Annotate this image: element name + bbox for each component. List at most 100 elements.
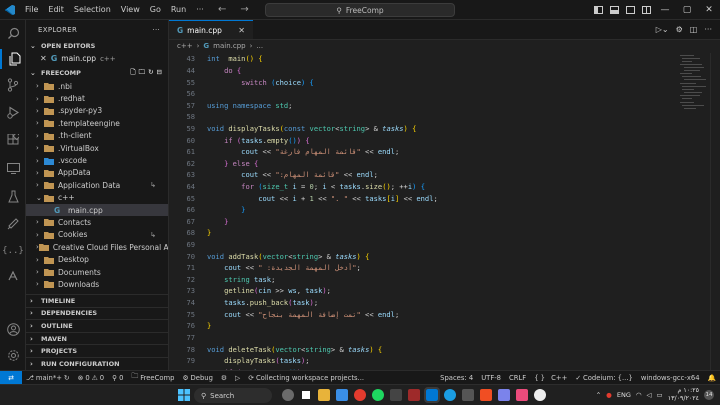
breadcrumb-folder[interactable]: c++ <box>177 42 193 50</box>
run-debug-icon[interactable] <box>3 102 23 122</box>
menu-edit[interactable]: Edit <box>43 0 69 20</box>
tree-item[interactable]: Gmain.cpp <box>26 203 168 217</box>
tree-item[interactable]: ⌄ c++ <box>26 192 168 204</box>
new-file-icon[interactable]: 🗋 <box>130 68 135 79</box>
teams-icon[interactable] <box>498 389 510 401</box>
eol-setting[interactable]: CRLF <box>505 374 530 382</box>
codeium-icon[interactable] <box>3 266 23 286</box>
menu-go[interactable]: Go <box>145 0 166 20</box>
breadcrumb-symbol[interactable]: ... <box>256 42 263 50</box>
debug-config[interactable]: ⚙ Debug <box>178 374 216 382</box>
encoding-setting[interactable]: UTF-8 <box>477 374 505 382</box>
settings-gear-icon[interactable] <box>3 345 23 365</box>
cmake-project[interactable]: 🗀 FreeComp <box>127 372 178 383</box>
media-app-icon[interactable] <box>516 389 528 401</box>
account-icon[interactable] <box>3 319 23 339</box>
menu-selection[interactable]: Selection <box>69 0 116 20</box>
git-branch[interactable]: ⎇ main*+ ↻ <box>22 374 74 382</box>
tree-item[interactable]: › Cookies ↳ <box>26 229 168 241</box>
close-window-icon[interactable]: ✕ <box>698 5 720 15</box>
problems-indicator[interactable]: ⊗ 0 ⚠ 0 <box>74 374 108 382</box>
language-indicator[interactable]: ENG <box>617 391 631 399</box>
tray-app-icon[interactable]: ● <box>606 391 612 399</box>
battery-icon[interactable]: ▭ <box>657 391 663 399</box>
chevron-up-icon[interactable]: ⌃ <box>596 391 601 399</box>
notifications-bell-icon[interactable]: 🔔 <box>704 374 720 382</box>
windows-start-icon[interactable] <box>178 389 190 401</box>
collapse-all-icon[interactable]: ⊟ <box>157 68 162 79</box>
menu-view[interactable]: View <box>116 0 145 20</box>
close-icon[interactable]: ✕ <box>40 54 47 63</box>
tree-item[interactable]: › .vscode <box>26 154 168 166</box>
settings-gear-icon[interactable]: ⚙ <box>676 25 683 34</box>
minimap[interactable] <box>678 53 708 123</box>
tree-item[interactable]: › Application Data ↳ <box>26 179 168 191</box>
command-center-search[interactable]: ⚲ FreeComp <box>265 3 455 17</box>
tree-item[interactable]: › .spyder-py3 <box>26 105 168 117</box>
tree-item[interactable]: › .VirtualBox <box>26 142 168 154</box>
section-maven[interactable]: › MAVEN <box>26 333 168 346</box>
minimize-icon[interactable]: — <box>654 5 676 15</box>
open-editor-item[interactable]: ✕ G main.cpp c++ <box>26 52 168 65</box>
split-editor-icon[interactable]: ◫ <box>690 25 698 34</box>
language-mode[interactable]: { } C++ <box>530 374 571 382</box>
testing-flask-icon[interactable] <box>3 186 23 206</box>
open-editors-header[interactable]: ⌄ OPEN EDITORS <box>26 40 168 52</box>
menu-more-icon[interactable]: ··· <box>191 0 209 20</box>
menu-run[interactable]: Run <box>166 0 191 20</box>
back-arrow-icon[interactable]: ← <box>218 4 226 15</box>
volume-icon[interactable]: ◁ <box>647 391 652 399</box>
section-timeline[interactable]: › TIMELINE <box>26 295 168 308</box>
tree-item[interactable]: › .nbi <box>26 80 168 92</box>
section-run-configuration[interactable]: › RUN CONFIGURATION <box>26 358 168 370</box>
app-icon[interactable] <box>408 389 420 401</box>
chrome-icon[interactable] <box>354 389 366 401</box>
toggle-sidebar-icon[interactable] <box>590 6 606 14</box>
breadcrumb-file[interactable]: main.cpp <box>213 42 245 50</box>
forward-arrow-icon[interactable]: → <box>240 4 248 15</box>
cpp-configuration[interactable]: windows-gcc-x64 <box>637 374 704 382</box>
extensions-icon[interactable] <box>3 130 23 150</box>
toggle-secondary-sidebar-icon[interactable] <box>622 6 638 14</box>
remote-indicator-icon[interactable]: ⇄ <box>0 370 22 385</box>
settings-app-icon[interactable] <box>462 389 474 401</box>
taskbar-search[interactable]: ⚲ Search <box>194 388 272 403</box>
user-avatar-icon[interactable] <box>282 389 294 401</box>
customize-layout-icon[interactable] <box>638 6 654 14</box>
tree-item[interactable]: › Desktop <box>26 253 168 265</box>
tree-item[interactable]: › .th-client <box>26 130 168 142</box>
explorer-more-icon[interactable]: ··· <box>152 26 160 34</box>
section-projects[interactable]: › PROJECTS <box>26 345 168 358</box>
freecomp-folder-header[interactable]: ⌄ FREECOMP 🗋 🗀 ↻ ⊟ <box>26 67 168 79</box>
menu-file[interactable]: File <box>20 0 43 20</box>
source-control-icon[interactable] <box>3 75 23 95</box>
tab-main-cpp[interactable]: G main.cpp ✕ <box>169 20 253 39</box>
tree-item[interactable]: › Downloads <box>26 278 168 290</box>
indentation-setting[interactable]: Spaces: 4 <box>436 374 477 382</box>
java-status[interactable]: ⟳ Collecting workspace projects... <box>244 374 368 382</box>
tree-item[interactable]: › Creative Cloud Files Personal Ac... <box>26 241 168 253</box>
tree-item[interactable]: › Documents <box>26 266 168 278</box>
debug-run-icon[interactable]: ⚙ <box>217 374 231 382</box>
task-view-icon[interactable] <box>300 389 312 401</box>
tree-item[interactable]: › .templateengine <box>26 117 168 129</box>
ports-indicator[interactable]: ⚲ 0 <box>108 374 127 382</box>
code-editor[interactable]: 43 int main() {44 do {55 switch (choice) … <box>169 53 689 370</box>
app-circle-icon[interactable] <box>534 389 546 401</box>
codeium-status[interactable]: ✓ Codeium: {...} <box>571 374 637 382</box>
remote-explorer-icon[interactable] <box>3 158 23 178</box>
close-tab-icon[interactable]: ✕ <box>238 26 245 35</box>
run-icon[interactable]: ▷ <box>231 374 244 382</box>
file-explorer-icon[interactable] <box>318 389 330 401</box>
spotify-icon[interactable] <box>372 389 384 401</box>
vpn-app-icon[interactable] <box>336 389 348 401</box>
editor-more-icon[interactable]: ··· <box>704 25 712 34</box>
run-file-icon[interactable]: ▷⌄ <box>656 25 669 34</box>
maximize-icon[interactable]: ▢ <box>676 5 698 15</box>
section-outline[interactable]: › OUTLINE <box>26 320 168 333</box>
tree-item[interactable]: › AppData <box>26 167 168 179</box>
clock[interactable]: ١٠:٢٥ م ١٣/٠٩/٢٠٢٤ <box>668 387 699 403</box>
editor-scrollbar[interactable] <box>710 53 720 370</box>
wifi-icon[interactable]: ◠ <box>636 391 642 399</box>
section-dependencies[interactable]: › DEPENDENCIES <box>26 308 168 321</box>
